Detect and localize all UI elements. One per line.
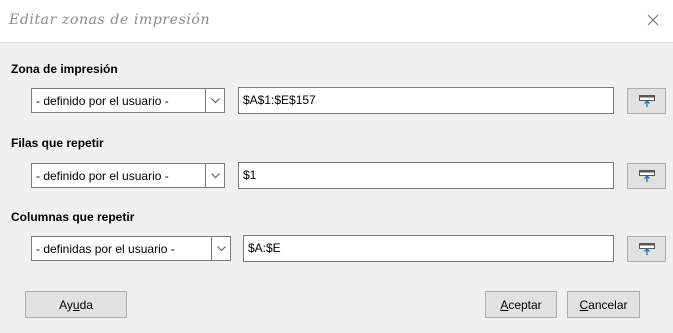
chevron-down-icon xyxy=(211,237,230,260)
rows-repeat-label: Filas que repetir xyxy=(11,136,104,150)
shrink-dialog-icon xyxy=(638,169,655,182)
title-bar: Editar zonas de impresión xyxy=(0,0,673,43)
print-range-mode-value: - definido por el usuario - xyxy=(36,94,169,108)
rows-repeat-input[interactable]: $1 xyxy=(238,162,614,189)
columns-repeat-shrink-button[interactable] xyxy=(627,236,666,262)
rows-repeat-mode-value: - definido por el usuario - xyxy=(36,169,169,183)
columns-repeat-label: Columnas que repetir xyxy=(11,210,135,224)
cancel-button-label: Cancelar xyxy=(579,297,628,312)
shrink-dialog-icon xyxy=(638,94,655,107)
print-range-label: Zona de impresión xyxy=(11,62,118,76)
ok-button-label: Aceptar xyxy=(500,297,542,312)
rows-repeat-mode-select[interactable]: - definido por el usuario - xyxy=(31,163,225,188)
ok-button[interactable]: Aceptar xyxy=(485,291,557,318)
help-button[interactable]: Ayuda xyxy=(25,291,127,318)
chevron-down-icon xyxy=(205,89,224,112)
print-range-input[interactable]: $A$1:$E$157 xyxy=(238,87,614,114)
dialog-title: Editar zonas de impresión xyxy=(9,12,211,28)
print-range-shrink-button[interactable] xyxy=(627,88,666,114)
columns-repeat-mode-value: - definidas por el usuario - xyxy=(36,242,175,256)
cancel-button[interactable]: Cancelar xyxy=(567,291,640,318)
print-range-mode-select[interactable]: - definido por el usuario - xyxy=(31,88,225,113)
chevron-down-icon xyxy=(205,164,224,187)
shrink-dialog-icon xyxy=(638,242,655,255)
close-icon[interactable] xyxy=(643,10,663,30)
rows-repeat-shrink-button[interactable] xyxy=(627,163,666,189)
columns-repeat-mode-select[interactable]: - definidas por el usuario - xyxy=(31,236,231,261)
help-button-label: Ayuda xyxy=(59,297,93,312)
columns-repeat-input[interactable]: $A:$E xyxy=(243,235,614,262)
